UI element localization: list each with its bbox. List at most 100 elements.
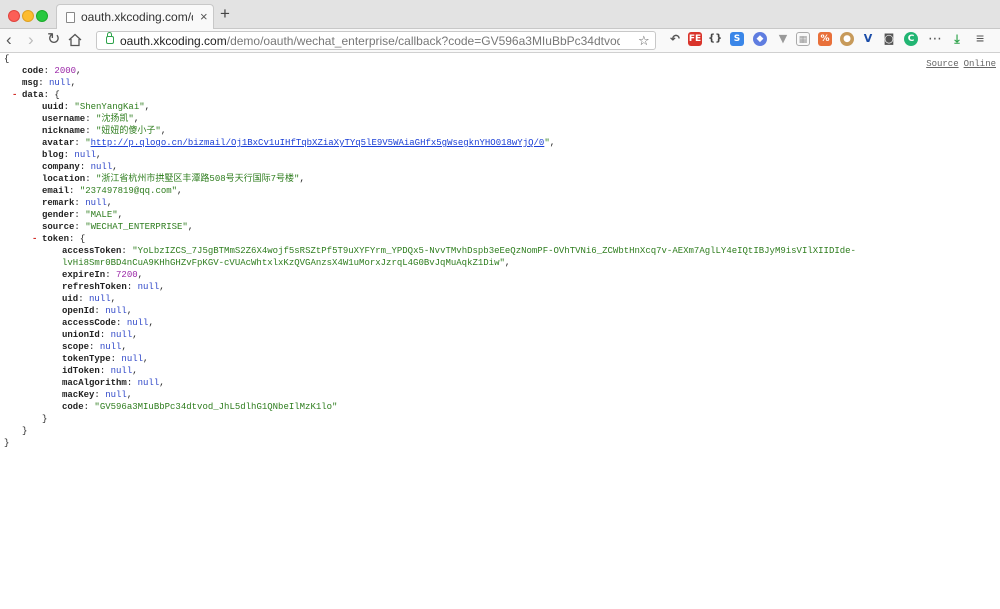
- collapse-toggle[interactable]: -: [32, 233, 37, 245]
- url-path: /demo/oauth/wechat_enterprise/callback?c…: [226, 34, 620, 48]
- json-value: null: [89, 294, 111, 304]
- json-line: uid: null,: [62, 294, 117, 304]
- json-value: "ShenYangKai": [74, 102, 145, 112]
- json-value: 2000: [54, 66, 77, 76]
- extension-orange-icon[interactable]: %: [818, 32, 832, 46]
- json-tree: { code: 2000, msg: null, - data: { uuid: …: [4, 53, 856, 449]
- json-line: source: "WECHAT_ENTERPRISE",: [42, 222, 194, 232]
- json-value: "MALE": [85, 210, 118, 220]
- tab-title: oauth.xkcoding.com/demo/oa: [81, 10, 193, 24]
- collapse-toggle[interactable]: -: [12, 89, 17, 101]
- json-line: - token: {: [32, 233, 86, 245]
- extension-c-icon[interactable]: C: [904, 32, 918, 46]
- json-value: "浙江省杭州市拱墅区丰潭路508号天行国际7号楼": [96, 174, 300, 184]
- reload-icon[interactable]: ↻: [47, 30, 60, 50]
- json-value: null: [74, 150, 97, 160]
- json-line: scope: null,: [62, 342, 127, 352]
- json-value: "YoLbzIZCS_7J5gBTMmS2Z6X4wojf5sRSZtPf5T9…: [132, 246, 856, 256]
- json-key: macKey: [62, 390, 95, 400]
- json-line: msg: null,: [22, 78, 77, 88]
- json-line: accessToken: "YoLbzIZCS_7J5gBTMmS2Z6X4wo…: [62, 246, 856, 256]
- json-key: code: [62, 402, 84, 412]
- json-value: "GV596a3MIuBbPc34dtvod_JhL5dlhG1QNbeIlMz…: [94, 402, 338, 412]
- json-value: null: [90, 162, 113, 172]
- fe-helper-icon[interactable]: FE: [688, 32, 702, 46]
- filter-icon[interactable]: ▼: [776, 32, 790, 46]
- json-value: "妞妞的傻小子": [96, 126, 161, 136]
- json-line: {: [4, 54, 10, 64]
- json-line: remark: null,: [42, 198, 113, 208]
- undo-icon[interactable]: ↶: [668, 32, 682, 46]
- json-key: company: [42, 162, 80, 172]
- avatar-link[interactable]: http://p.qlogo.cn/bizmail/Oj1BxCv1uIHfTq…: [91, 138, 545, 148]
- json-key: blog: [42, 150, 64, 160]
- json-key: uuid: [42, 102, 64, 112]
- json-line: location: "浙江省杭州市拱墅区丰潭路508号天行国际7号楼",: [42, 174, 305, 184]
- json-value: null: [105, 390, 127, 400]
- json-line: gender: "MALE",: [42, 210, 124, 220]
- online-link[interactable]: Online: [964, 59, 996, 69]
- camera-icon[interactable]: ◙: [882, 32, 896, 46]
- json-line: email: "237497819@qq.com",: [42, 186, 183, 196]
- zoom-window-button[interactable]: [36, 10, 48, 22]
- json-value: null: [110, 366, 133, 376]
- json-key: location: [42, 174, 86, 184]
- json-key: tokenType: [62, 354, 111, 364]
- tab-bar: oauth.xkcoding.com/demo/oa × +: [0, 0, 1000, 29]
- json-line: expireIn: 7200,: [62, 270, 144, 280]
- json-line: refreshToken: null,: [62, 282, 165, 292]
- json-line: openId: null,: [62, 306, 133, 316]
- viewer-links: Source Online: [921, 59, 996, 69]
- json-line: uuid: "ShenYangKai",: [42, 102, 151, 112]
- bookmark-star-icon[interactable]: ☆: [638, 33, 650, 49]
- json-key: unionId: [62, 330, 100, 340]
- json-value: null: [99, 342, 122, 352]
- url-text[interactable]: oauth.xkcoding.com/demo/oauth/wechat_ent…: [120, 34, 620, 48]
- json-line: lvHi8Smr0BD4nCuA9KHhGHZvFpKGV-cVUAcWhtxl…: [62, 258, 511, 268]
- json-key: username: [42, 114, 86, 124]
- json-line: username: "沈扬凯",: [42, 114, 140, 124]
- json-line: unionId: null,: [62, 330, 138, 340]
- json-key: macAlgorithm: [62, 378, 127, 388]
- download-icon[interactable]: ⤓: [950, 32, 964, 46]
- address-bar[interactable]: oauth.xkcoding.com/demo/oauth/wechat_ent…: [96, 31, 656, 50]
- extension-shield-icon[interactable]: ◆: [753, 32, 767, 46]
- json-key: token: [42, 234, 70, 244]
- json-value: null: [126, 318, 149, 328]
- new-tab-button[interactable]: +: [220, 5, 230, 23]
- active-tab[interactable]: oauth.xkcoding.com/demo/oa ×: [56, 4, 214, 29]
- extension-grid-icon[interactable]: ▦: [796, 32, 810, 46]
- forward-icon[interactable]: ›: [28, 30, 34, 50]
- json-line: blog: null,: [42, 150, 102, 160]
- json-key: avatar: [42, 138, 75, 148]
- json-braces-icon[interactable]: {}: [708, 32, 722, 46]
- json-line: }: [4, 438, 10, 448]
- json-line: idToken: null,: [62, 366, 138, 376]
- tab-close-icon[interactable]: ×: [200, 9, 208, 24]
- home-icon[interactable]: [68, 33, 82, 47]
- json-value: null: [121, 354, 144, 364]
- json-key: accessCode: [62, 318, 117, 328]
- json-key: source: [42, 222, 75, 232]
- json-line: }: [22, 426, 28, 436]
- json-value: null: [137, 282, 160, 292]
- cookie-icon[interactable]: ●: [840, 32, 854, 46]
- source-link[interactable]: Source: [926, 59, 958, 69]
- json-line: }: [42, 414, 48, 424]
- more-tools-icon[interactable]: ⋯: [928, 30, 942, 47]
- json-value: null: [49, 78, 71, 88]
- close-window-button[interactable]: [8, 10, 20, 22]
- vue-devtools-icon[interactable]: V: [861, 32, 875, 46]
- minimize-window-button[interactable]: [22, 10, 34, 22]
- json-value: null: [85, 198, 107, 208]
- hamburger-menu-icon[interactable]: ≡: [976, 30, 984, 46]
- json-line: company: null,: [42, 162, 118, 172]
- json-key: code: [22, 66, 44, 76]
- json-line: code: "GV596a3MIuBbPc34dtvod_JhL5dlhG1QN…: [62, 402, 338, 412]
- extension-s-icon[interactable]: S: [730, 32, 744, 46]
- back-icon[interactable]: ‹: [6, 30, 12, 50]
- json-line: nickname: "妞妞的傻小子",: [42, 126, 167, 136]
- json-key: accessToken: [62, 246, 122, 256]
- navigation-toolbar: ‹ › ↻ oauth.xkcoding.com/demo/oauth/wech…: [0, 29, 1000, 53]
- json-viewer: Source Online { code: 2000, msg: null, -d…: [0, 53, 1000, 609]
